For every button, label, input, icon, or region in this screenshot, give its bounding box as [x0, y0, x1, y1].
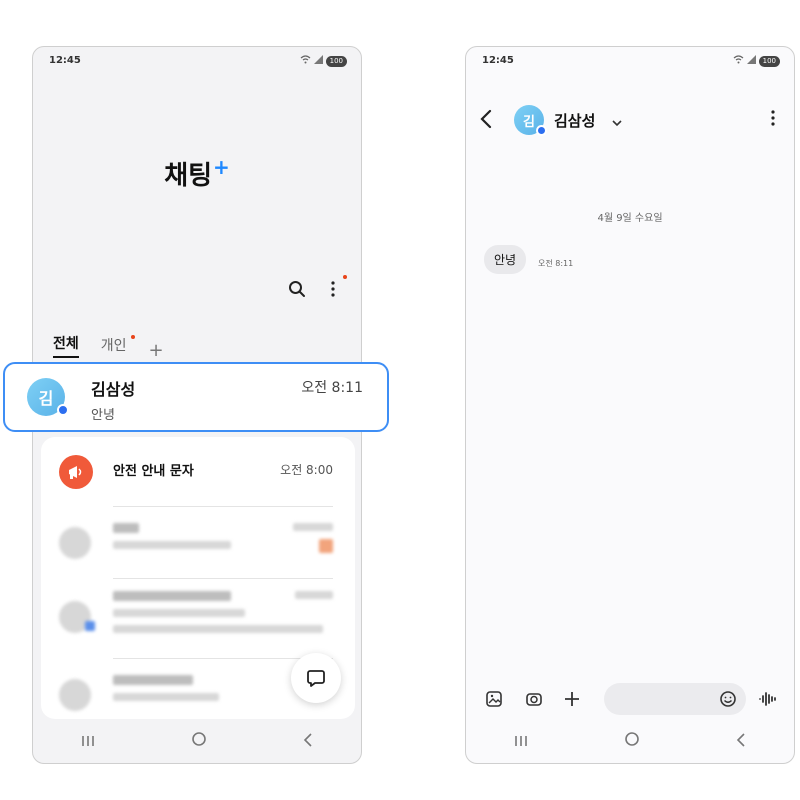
- home-button[interactable]: [624, 731, 640, 751]
- avatar-initial: 김: [523, 114, 535, 130]
- signal-icon: [746, 55, 756, 67]
- tab-personal-label: 개인: [100, 338, 127, 354]
- gallery-button[interactable]: [484, 689, 504, 709]
- wifi-icon: [733, 55, 744, 67]
- voice-waveform-icon: [759, 692, 776, 706]
- blurred-time: [293, 523, 333, 531]
- conversation-row-blurred[interactable]: [41, 509, 355, 579]
- search-button[interactable]: [287, 279, 307, 299]
- status-bar: 12:45 100: [482, 55, 780, 69]
- app-title-text: 채팅: [164, 161, 213, 191]
- blurred-preview: [113, 693, 219, 701]
- message-composer: [466, 681, 794, 715]
- recent-apps-button[interactable]: [514, 732, 528, 751]
- avatar-initial: 김: [38, 389, 54, 408]
- emoji-icon: [720, 691, 736, 707]
- conversation-name: 김삼성: [91, 380, 136, 399]
- add-tab-button[interactable]: +: [149, 342, 164, 360]
- blurred-preview: [113, 541, 231, 549]
- blurred-avatar-badge: [85, 621, 95, 631]
- wifi-icon: [300, 55, 311, 67]
- app-title-plus: +: [213, 155, 230, 180]
- battery-indicator: 100: [325, 55, 347, 67]
- signal-icon: [313, 55, 323, 67]
- compose-chat-icon: [307, 670, 325, 687]
- date-separator: 4월 9일 수요일: [597, 213, 663, 224]
- message-time: 오전 8:11: [538, 259, 574, 268]
- camera-icon: [526, 693, 542, 706]
- search-icon: [289, 281, 305, 297]
- blurred-avatar: [59, 679, 91, 711]
- back-nav-icon: [736, 732, 745, 747]
- camera-button[interactable]: [524, 689, 544, 709]
- notification-dot: [343, 275, 347, 279]
- recents-icon: [82, 735, 94, 746]
- app-title: 채팅+: [33, 155, 361, 192]
- recents-icon: [515, 735, 527, 746]
- chat-header: 김 김삼성: [466, 103, 794, 143]
- battery-indicator: 100: [758, 55, 780, 67]
- more-vertical-icon: [331, 281, 335, 297]
- home-button[interactable]: [191, 731, 207, 751]
- blurred-time: [295, 591, 333, 599]
- blurred-name: [113, 523, 139, 533]
- message-bubble[interactable]: 안녕: [484, 245, 527, 274]
- conversation-preview: 안녕: [91, 408, 115, 423]
- tab-all[interactable]: 전체: [53, 333, 79, 358]
- status-bar: 12:45 100: [49, 55, 347, 69]
- home-icon: [625, 732, 639, 746]
- filter-tabs: 전체 개인 +: [53, 333, 164, 360]
- blurred-preview-line2: [113, 625, 323, 633]
- blurred-badge: [319, 539, 333, 553]
- tab-personal[interactable]: 개인: [100, 335, 135, 358]
- recent-apps-button[interactable]: [81, 732, 95, 751]
- blurred-avatar: [59, 527, 91, 559]
- home-icon: [192, 732, 206, 746]
- samsung-account-badge: [536, 125, 547, 136]
- chevron-down-icon: [612, 120, 622, 127]
- chevron-left-icon: [480, 109, 492, 129]
- blurred-name: [113, 591, 231, 601]
- divider: [113, 506, 333, 507]
- contact-name[interactable]: 김삼성: [554, 110, 595, 131]
- conversation-time: 오전 8:00: [280, 463, 333, 477]
- new-dot: [130, 335, 135, 339]
- more-options-button[interactable]: [323, 275, 347, 299]
- conversation-time: 오전 8:11: [301, 380, 363, 396]
- system-nav-bar: [466, 719, 794, 763]
- back-nav-button[interactable]: [303, 732, 313, 751]
- megaphone-icon: [59, 455, 93, 489]
- conversation-name: 안전 안내 문자: [113, 464, 194, 479]
- blurred-preview: [113, 609, 245, 617]
- plus-icon: [565, 692, 579, 706]
- conversation-row-blurred[interactable]: [41, 579, 355, 659]
- status-time: 12:45: [482, 55, 514, 66]
- more-options-button[interactable]: [770, 109, 776, 131]
- status-time: 12:45: [49, 55, 81, 66]
- conversation-row-safety[interactable]: 안전 안내 문자 오전 8:00: [41, 437, 355, 507]
- contact-dropdown-button[interactable]: [612, 112, 622, 131]
- emoji-button[interactable]: [718, 689, 738, 709]
- back-nav-button[interactable]: [736, 732, 746, 751]
- samsung-account-badge: [57, 404, 69, 416]
- blurred-name: [113, 675, 193, 685]
- back-button[interactable]: [480, 109, 500, 133]
- more-vertical-icon: [771, 110, 775, 126]
- chat-room-screen: 12:45 100 김 김삼성 4월 9일 수요일 안녕 오전 8:11: [465, 46, 795, 764]
- conversation-row-highlighted[interactable]: 김 김삼성 안녕 오전 8:11: [3, 362, 389, 432]
- system-nav-bar: [33, 719, 361, 763]
- voice-button[interactable]: [758, 689, 778, 709]
- attach-button[interactable]: [562, 689, 582, 709]
- back-nav-icon: [303, 732, 312, 747]
- new-chat-button[interactable]: [291, 653, 341, 703]
- image-icon: [486, 691, 502, 707]
